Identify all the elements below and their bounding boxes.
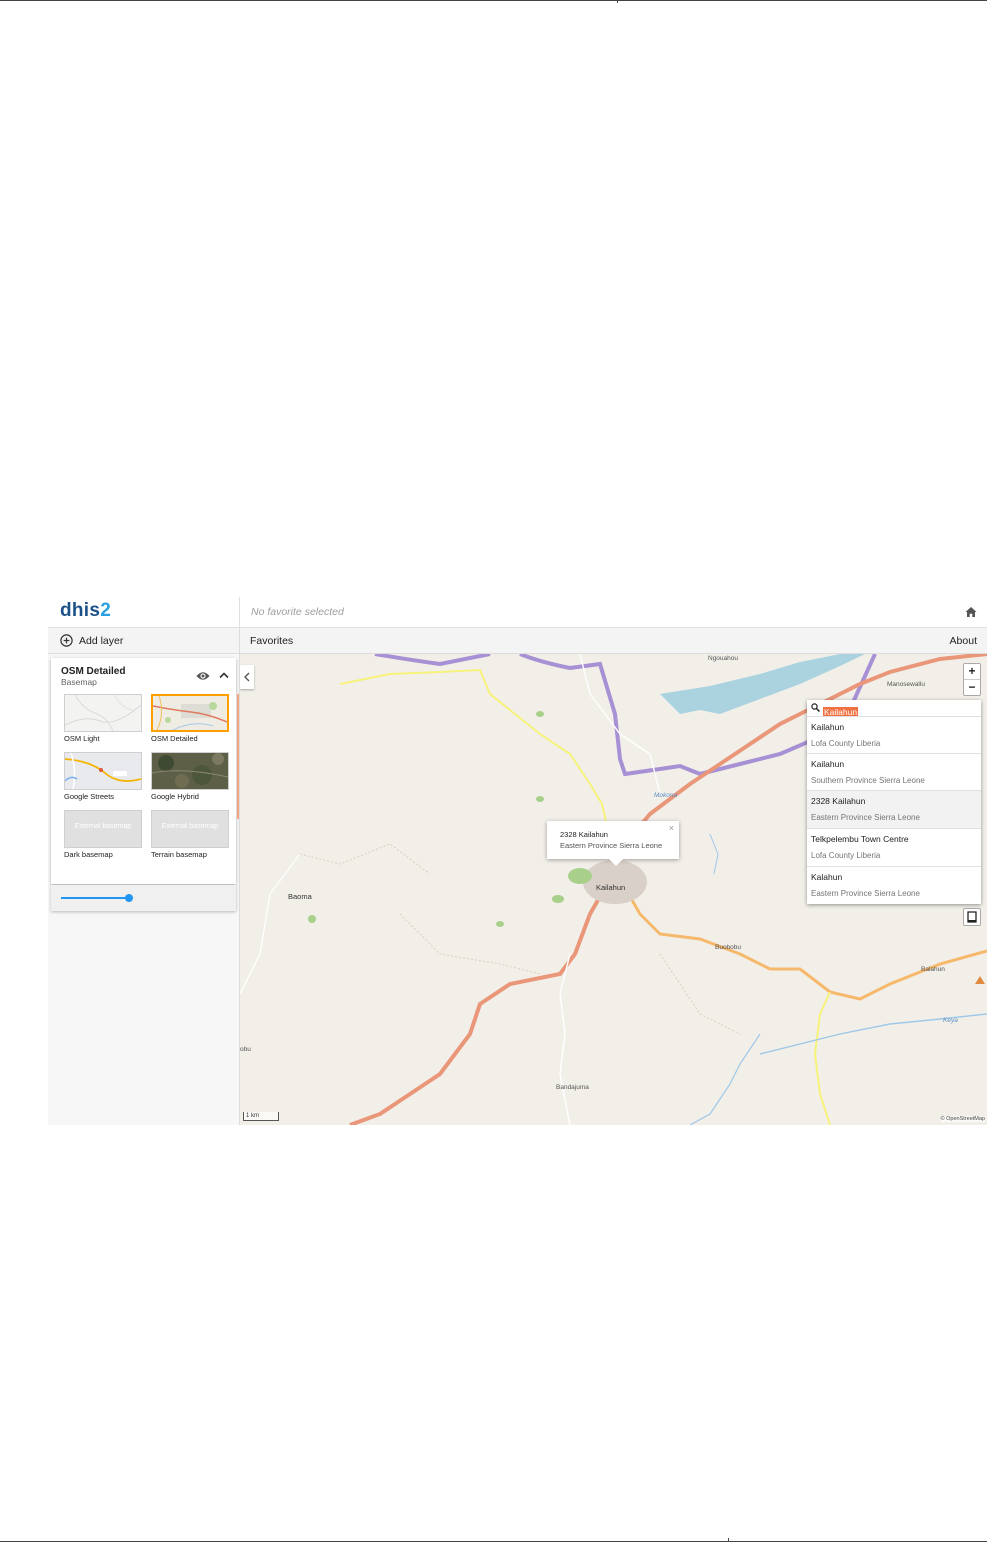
chevron-up-icon[interactable]	[219, 671, 229, 679]
basemap-google-streets[interactable]: Google Streets	[64, 752, 142, 801]
basemap-layer-card: OSM Detailed Basemap OSM Light OSM Detai…	[51, 658, 239, 884]
opacity-slider-track[interactable]	[61, 897, 127, 899]
popup-pointer	[609, 859, 623, 866]
search-result[interactable]: Telkpelembu Town Centre Lofa County Libe…	[807, 828, 981, 866]
favorites-menu[interactable]: Favorites	[250, 635, 293, 647]
scale-bar: 1 km	[243, 1112, 279, 1121]
water-label: Keya	[943, 1017, 958, 1024]
header-divider	[239, 597, 240, 627]
basemap-label: OSM Light	[64, 734, 100, 743]
external-basemap-placeholder: External basemap	[161, 823, 219, 830]
place-label: Buobobu	[715, 944, 742, 951]
external-basemap-placeholder: External basemap	[74, 823, 132, 830]
search-result[interactable]: Kailahun Lofa County Liberia	[807, 716, 981, 754]
feature-popup: × 2328 Kailahun Eastern Province Sierra …	[547, 821, 679, 866]
panel-collapse-button[interactable]	[240, 665, 254, 689]
maps-app: dhis2 No favorite selected Add layer Fav…	[48, 597, 987, 1125]
zoom-in-button[interactable]: +	[964, 664, 980, 679]
search-result[interactable]: Kailahun Southern Province Sierra Leone	[807, 753, 981, 791]
map-attribution[interactable]: © OpenStreetMap	[940, 1116, 985, 1122]
basemap-osm-detailed[interactable]: OSM Detailed	[151, 694, 229, 743]
popup-name: 2328 Kailahun	[560, 830, 608, 839]
place-search-panel: Kailahun Kailahun Lofa County Liberia Ka…	[807, 700, 981, 904]
chevron-left-icon	[244, 672, 250, 682]
search-result[interactable]: Kalahun Eastern Province Sierra Leone	[807, 866, 981, 904]
result-region: Southern Province Sierra Leone	[811, 776, 925, 785]
basemap-terrain[interactable]: External basemap Terrain basemap	[151, 810, 229, 859]
page-top-mark	[617, 0, 618, 3]
basemap-list-scrollbar[interactable]	[237, 694, 239, 819]
result-name: 2328 Kailahun	[811, 796, 866, 806]
visibility-icon[interactable]	[196, 671, 210, 681]
layer-type: Basemap	[61, 677, 97, 687]
zoom-out-button[interactable]: −	[964, 679, 980, 695]
place-label: Baoma	[288, 892, 312, 901]
layers-panel: OSM Detailed Basemap OSM Light OSM Detai…	[48, 654, 240, 1125]
about-link[interactable]: About	[950, 635, 977, 647]
basemap-google-hybrid[interactable]: Google Hybrid	[151, 752, 229, 801]
basemap-dark[interactable]: External basemap Dark basemap	[64, 810, 142, 859]
app-toolbar: Add layer Favorites About	[48, 628, 987, 654]
place-label: Balahun	[921, 966, 945, 973]
add-layer-label: Add layer	[79, 634, 124, 647]
search-input[interactable]: Kailahun	[823, 702, 859, 717]
search-row[interactable]: Kailahun	[807, 700, 981, 717]
result-region: Lofa County Liberia	[811, 851, 881, 860]
opacity-slider-thumb[interactable]	[125, 894, 133, 902]
place-label: obu	[240, 1046, 251, 1053]
logo-number: 2	[100, 600, 112, 621]
result-region: Eastern Province Sierra Leone	[811, 813, 920, 822]
search-result-highlighted[interactable]: 2328 Kailahun Eastern Province Sierra Le…	[807, 790, 981, 828]
result-name: Kailahun	[811, 722, 845, 732]
place-label: Ngouahou	[708, 655, 738, 662]
basemap-label: OSM Detailed	[151, 734, 198, 743]
result-region: Lofa County Liberia	[811, 739, 881, 748]
popup-close-button[interactable]: ×	[669, 823, 674, 833]
legend-icon	[967, 911, 977, 923]
result-name: Kailahun	[811, 759, 845, 769]
search-icon	[811, 703, 820, 712]
page-top-rule	[0, 0, 987, 1]
popup-region: Eastern Province Sierra Leone	[560, 841, 663, 850]
basemap-label: Terrain basemap	[151, 850, 207, 859]
page-bottom-rule	[0, 1541, 987, 1542]
result-name: Kalahun	[811, 872, 843, 882]
add-layer-button[interactable]: Add layer	[60, 632, 123, 649]
basemap-label: Dark basemap	[64, 850, 113, 859]
zoom-control: + −	[963, 663, 981, 696]
basemap-osm-light[interactable]: OSM Light	[64, 694, 142, 743]
result-name: Telkpelembu Town Centre	[811, 834, 909, 844]
google-hybrid-thumbnail	[151, 752, 229, 790]
google-streets-thumbnail	[64, 752, 142, 790]
add-circle-icon	[60, 634, 73, 647]
opacity-control	[51, 885, 236, 911]
logo-text: dhis	[60, 600, 101, 621]
water-label: Mokona	[654, 792, 678, 799]
place-label: Kailahun	[596, 883, 626, 892]
place-label: Bandajuma	[556, 1084, 589, 1091]
legend-toggle-button[interactable]	[963, 908, 981, 926]
dark-basemap-thumbnail: External basemap	[64, 810, 142, 848]
place-label: Manosewallu	[887, 681, 925, 688]
result-region: Eastern Province Sierra Leone	[811, 889, 920, 898]
layer-name: OSM Detailed	[61, 666, 126, 677]
basemap-label: Google Streets	[64, 792, 115, 801]
toolbar-divider	[239, 628, 240, 653]
osm-detailed-thumbnail	[151, 694, 229, 732]
home-icon[interactable]	[965, 606, 977, 618]
basemap-label: Google Hybrid	[151, 792, 199, 801]
map-canvas[interactable]: Ngouahou Manosewallu Mokona Baoma Kailah…	[240, 654, 987, 1125]
osm-light-thumbnail	[64, 694, 142, 732]
app-header: dhis2 No favorite selected	[48, 597, 987, 628]
favorite-title: No favorite selected	[251, 606, 344, 618]
terrain-basemap-thumbnail: External basemap	[151, 810, 229, 848]
page-bottom-mark	[728, 1538, 729, 1542]
dhis2-logo[interactable]: dhis2	[60, 600, 111, 622]
